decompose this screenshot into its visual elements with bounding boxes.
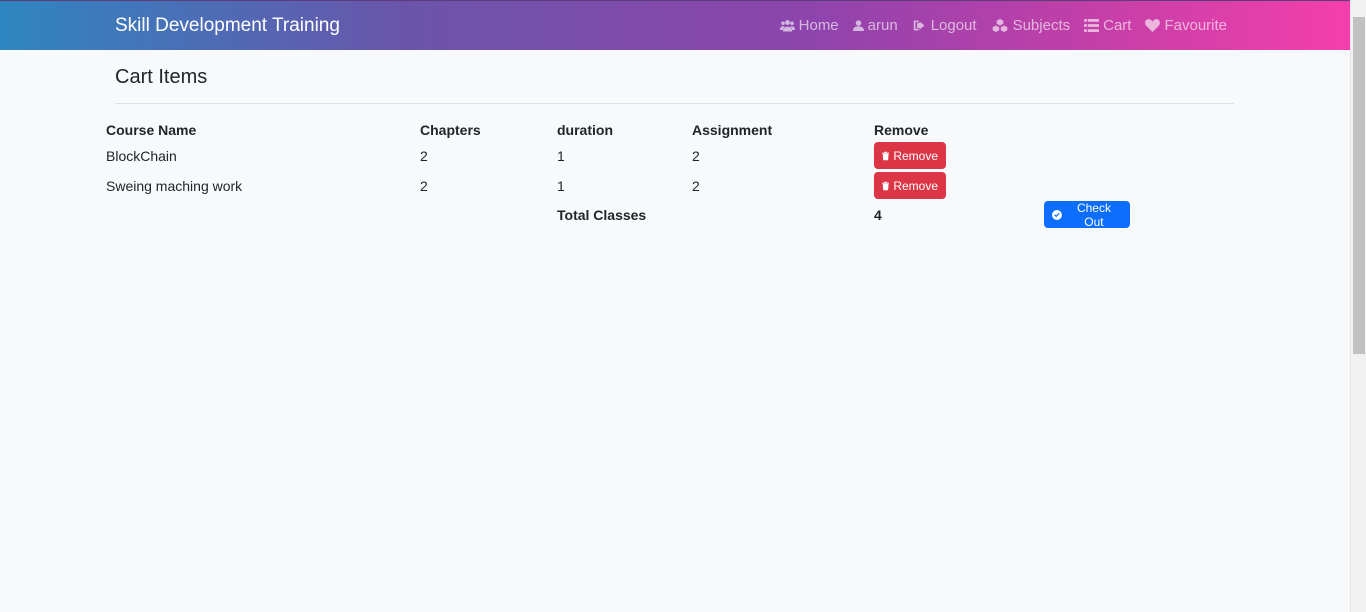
total-classes-label: Total Classes bbox=[557, 207, 647, 223]
assignment-cell: 2 bbox=[692, 148, 700, 164]
chapters-cell: 2 bbox=[420, 178, 428, 194]
checkout-button-label: Check Out bbox=[1076, 200, 1111, 229]
assignment-cell: 2 bbox=[692, 178, 700, 194]
remove-button-label: Remove bbox=[893, 178, 938, 193]
nav-logout-link[interactable]: Logout bbox=[912, 17, 977, 34]
course-name-cell: Sweing maching work bbox=[106, 178, 243, 194]
header-assignment: Assignment bbox=[692, 122, 773, 138]
remove-button[interactable]: Remove bbox=[874, 172, 946, 199]
nav-user-link[interactable]: arun bbox=[852, 17, 898, 34]
sign-out-icon bbox=[913, 20, 925, 31]
heart-icon bbox=[1145, 19, 1161, 32]
nav-favourite-label: Favourite bbox=[1164, 17, 1227, 34]
nav-home-link[interactable]: Home bbox=[779, 17, 839, 34]
brand-link[interactable]: Skill Development Training bbox=[115, 15, 340, 37]
course-name-cell: BlockChain bbox=[106, 148, 177, 164]
navbar: Skill Development Training Home arun Log… bbox=[0, 0, 1350, 50]
scroll-thumb[interactable] bbox=[1353, 17, 1365, 354]
nav-subjects-label: Subjects bbox=[1012, 17, 1071, 34]
check-circle-icon bbox=[1052, 209, 1062, 220]
cubes-icon bbox=[992, 19, 1007, 32]
users-icon bbox=[779, 20, 795, 32]
remove-button-label: Remove bbox=[893, 148, 938, 163]
nav-cart-label: Cart bbox=[1103, 17, 1132, 34]
nav-subjects-link[interactable]: Subjects bbox=[991, 17, 1071, 34]
nav-user-label: arun bbox=[867, 17, 898, 34]
nav-logout-label: Logout bbox=[930, 17, 977, 34]
header-chapters: Chapters bbox=[420, 122, 481, 138]
remove-button[interactable]: Remove bbox=[874, 142, 946, 169]
nav-links: Home arun Logout Subjects Cart Favourite bbox=[779, 17, 1227, 34]
nav-favourite-link[interactable]: Favourite bbox=[1145, 17, 1227, 34]
duration-cell: 1 bbox=[557, 178, 565, 194]
nav-home-label: Home bbox=[798, 17, 839, 34]
user-icon bbox=[852, 20, 864, 31]
list-icon bbox=[1084, 19, 1100, 32]
duration-cell: 1 bbox=[557, 148, 565, 164]
header-duration: duration bbox=[557, 122, 613, 138]
page-scrollbar[interactable] bbox=[1350, 0, 1366, 612]
total-classes-value: 4 bbox=[874, 207, 882, 223]
checkout-button[interactable]: Check Out bbox=[1044, 200, 1130, 229]
trash-icon bbox=[882, 151, 890, 160]
trash-icon bbox=[882, 181, 890, 190]
header-remove: Remove bbox=[874, 122, 929, 138]
title-divider bbox=[115, 103, 1234, 104]
header-course-name: Course Name bbox=[106, 122, 197, 138]
nav-cart-link[interactable]: Cart bbox=[1084, 17, 1131, 34]
chapters-cell: 2 bbox=[420, 148, 428, 164]
page-title: Cart Items bbox=[115, 66, 208, 88]
